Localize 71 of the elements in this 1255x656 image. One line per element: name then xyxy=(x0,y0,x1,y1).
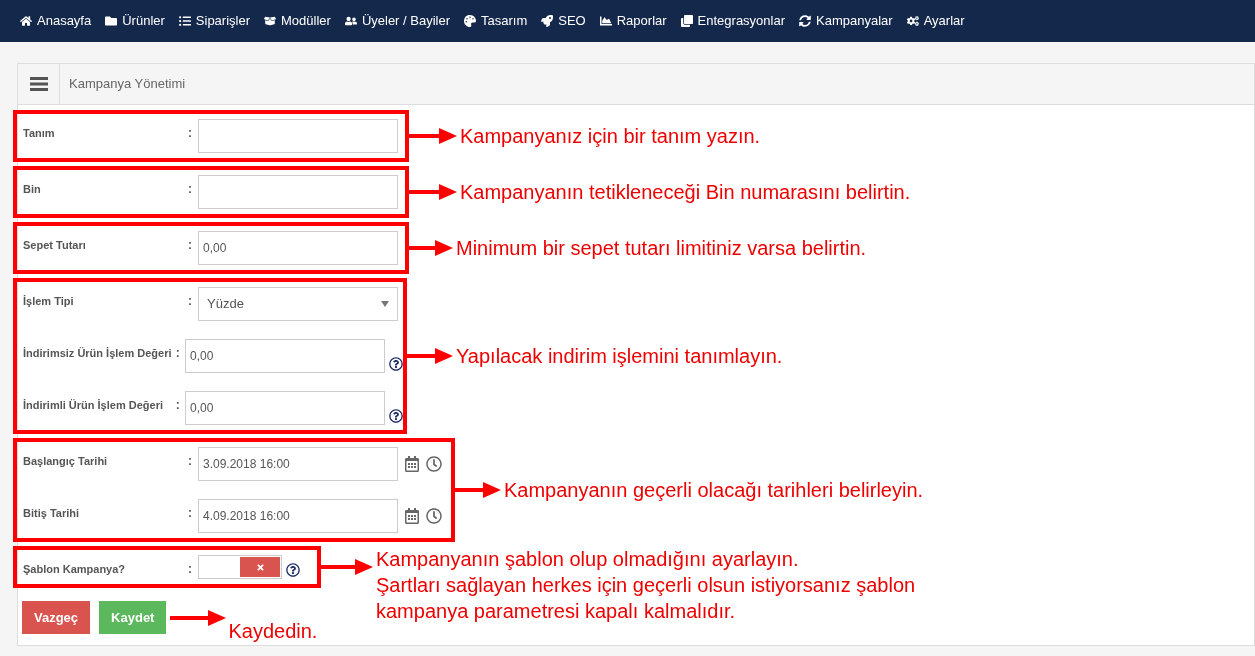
field-label: Bitiş Tarihi xyxy=(22,506,81,521)
gears-icon xyxy=(906,15,919,27)
annotation-text: Kampanyanın şablon olup olmadığını ayarlayın. xyxy=(376,547,800,572)
palette-icon xyxy=(464,15,476,27)
windows-icon xyxy=(680,15,693,27)
home-icon xyxy=(20,15,32,27)
nav-link[interactable]: Raporlar xyxy=(599,11,667,31)
field-label: İndirimsiz Ürün İşlem Değeri xyxy=(22,346,173,361)
annotation-text: Minimum bir sepet tutarı limitiniz varsa belirtin. xyxy=(456,236,867,261)
colon-text: : xyxy=(188,181,193,198)
box-icon xyxy=(264,15,276,27)
colon-text: : xyxy=(188,125,193,142)
clock-icon[interactable] xyxy=(426,456,442,472)
text-field[interactable]: 0,00 xyxy=(198,231,398,265)
calendar-icon[interactable] xyxy=(404,456,420,472)
nav-link[interactable]: Tasarım xyxy=(464,11,528,31)
annotation-text: kampanya parametresi kapalı kalmalıdır. xyxy=(376,599,737,624)
annotation-arrow xyxy=(170,610,227,626)
colon-text: : xyxy=(188,293,193,310)
field-label: Tanım xyxy=(22,126,56,141)
nav-link[interactable]: Ürünler xyxy=(105,11,165,31)
field-label: Bin xyxy=(22,182,42,197)
nav-link[interactable]: Kampanyalar xyxy=(799,11,893,31)
annotation-text: Şartları sağlayan herkes için geçerli olsun istiyorsanız şablon xyxy=(376,573,916,598)
annotation-text: Yapılacak indirim işlemini tanımlayın. xyxy=(456,344,783,369)
colon-text: : xyxy=(188,561,193,578)
annotation-text: Kaydedin. xyxy=(228,619,318,644)
text-field[interactable] xyxy=(198,119,398,153)
toggle-switch[interactable] xyxy=(198,555,282,579)
menu-icon[interactable] xyxy=(29,77,48,91)
annotation-text: Kampanyanın tetikleneceği Bin numarasını belirtin. xyxy=(460,180,911,205)
nav-link[interactable]: Siparişler xyxy=(178,11,250,31)
nav-link[interactable]: Modüller xyxy=(264,11,331,31)
text-field[interactable]: 0,00 xyxy=(185,391,385,425)
rocket-icon xyxy=(541,15,554,27)
colon-text: : xyxy=(188,237,193,254)
form-button[interactable]: Vazgeç xyxy=(22,601,91,634)
calendar-icon[interactable] xyxy=(404,508,420,524)
panel-title: Kampanya Yönetimi xyxy=(69,75,186,94)
date-field[interactable]: 4.09.2018 16:00 xyxy=(198,499,398,533)
field-label: Sepet Tutarı xyxy=(22,238,87,253)
list-icon xyxy=(178,15,191,27)
colon-text: : xyxy=(188,453,193,470)
field-label: Başlangıç Tarihi xyxy=(22,454,109,469)
text-field[interactable] xyxy=(198,175,398,209)
annotation-text: Kampanyanın geçerli olacağı tarihleri belirleyin. xyxy=(504,478,924,503)
text-field[interactable]: 0,00 xyxy=(185,339,385,373)
colon-text: : xyxy=(175,397,181,414)
annotation-text: Kampanyanız için bir tanım yazın. xyxy=(460,124,761,149)
chart-icon xyxy=(599,15,612,27)
help-icon[interactable] xyxy=(389,357,403,371)
close-icon xyxy=(255,562,265,572)
users-icon xyxy=(344,15,357,27)
help-icon[interactable] xyxy=(389,409,403,423)
nav-link[interactable]: SEO xyxy=(541,11,586,31)
nav-link[interactable]: Üyeler / Bayiler xyxy=(344,11,450,31)
sync-icon xyxy=(799,15,812,27)
field-label: İndirimli Ürün İşlem Değeri xyxy=(22,398,164,413)
colon-text: : xyxy=(175,345,181,362)
nav-link[interactable]: Ayarlar xyxy=(906,11,965,31)
field-label: İşlem Tipi xyxy=(22,294,75,309)
colon-text: : xyxy=(188,505,193,522)
date-field[interactable]: 3.09.2018 16:00 xyxy=(198,447,398,481)
select-field[interactable]: Yüzde xyxy=(198,287,398,321)
nav-link[interactable]: Entegrasyonlar xyxy=(680,11,786,31)
help-icon[interactable] xyxy=(286,563,300,577)
folder-icon xyxy=(105,15,118,27)
nav-link[interactable]: Anasayfa xyxy=(20,11,92,31)
clock-icon[interactable] xyxy=(426,508,442,524)
field-label: Şablon Kampanya? xyxy=(22,562,127,577)
caret-icon xyxy=(381,301,389,307)
